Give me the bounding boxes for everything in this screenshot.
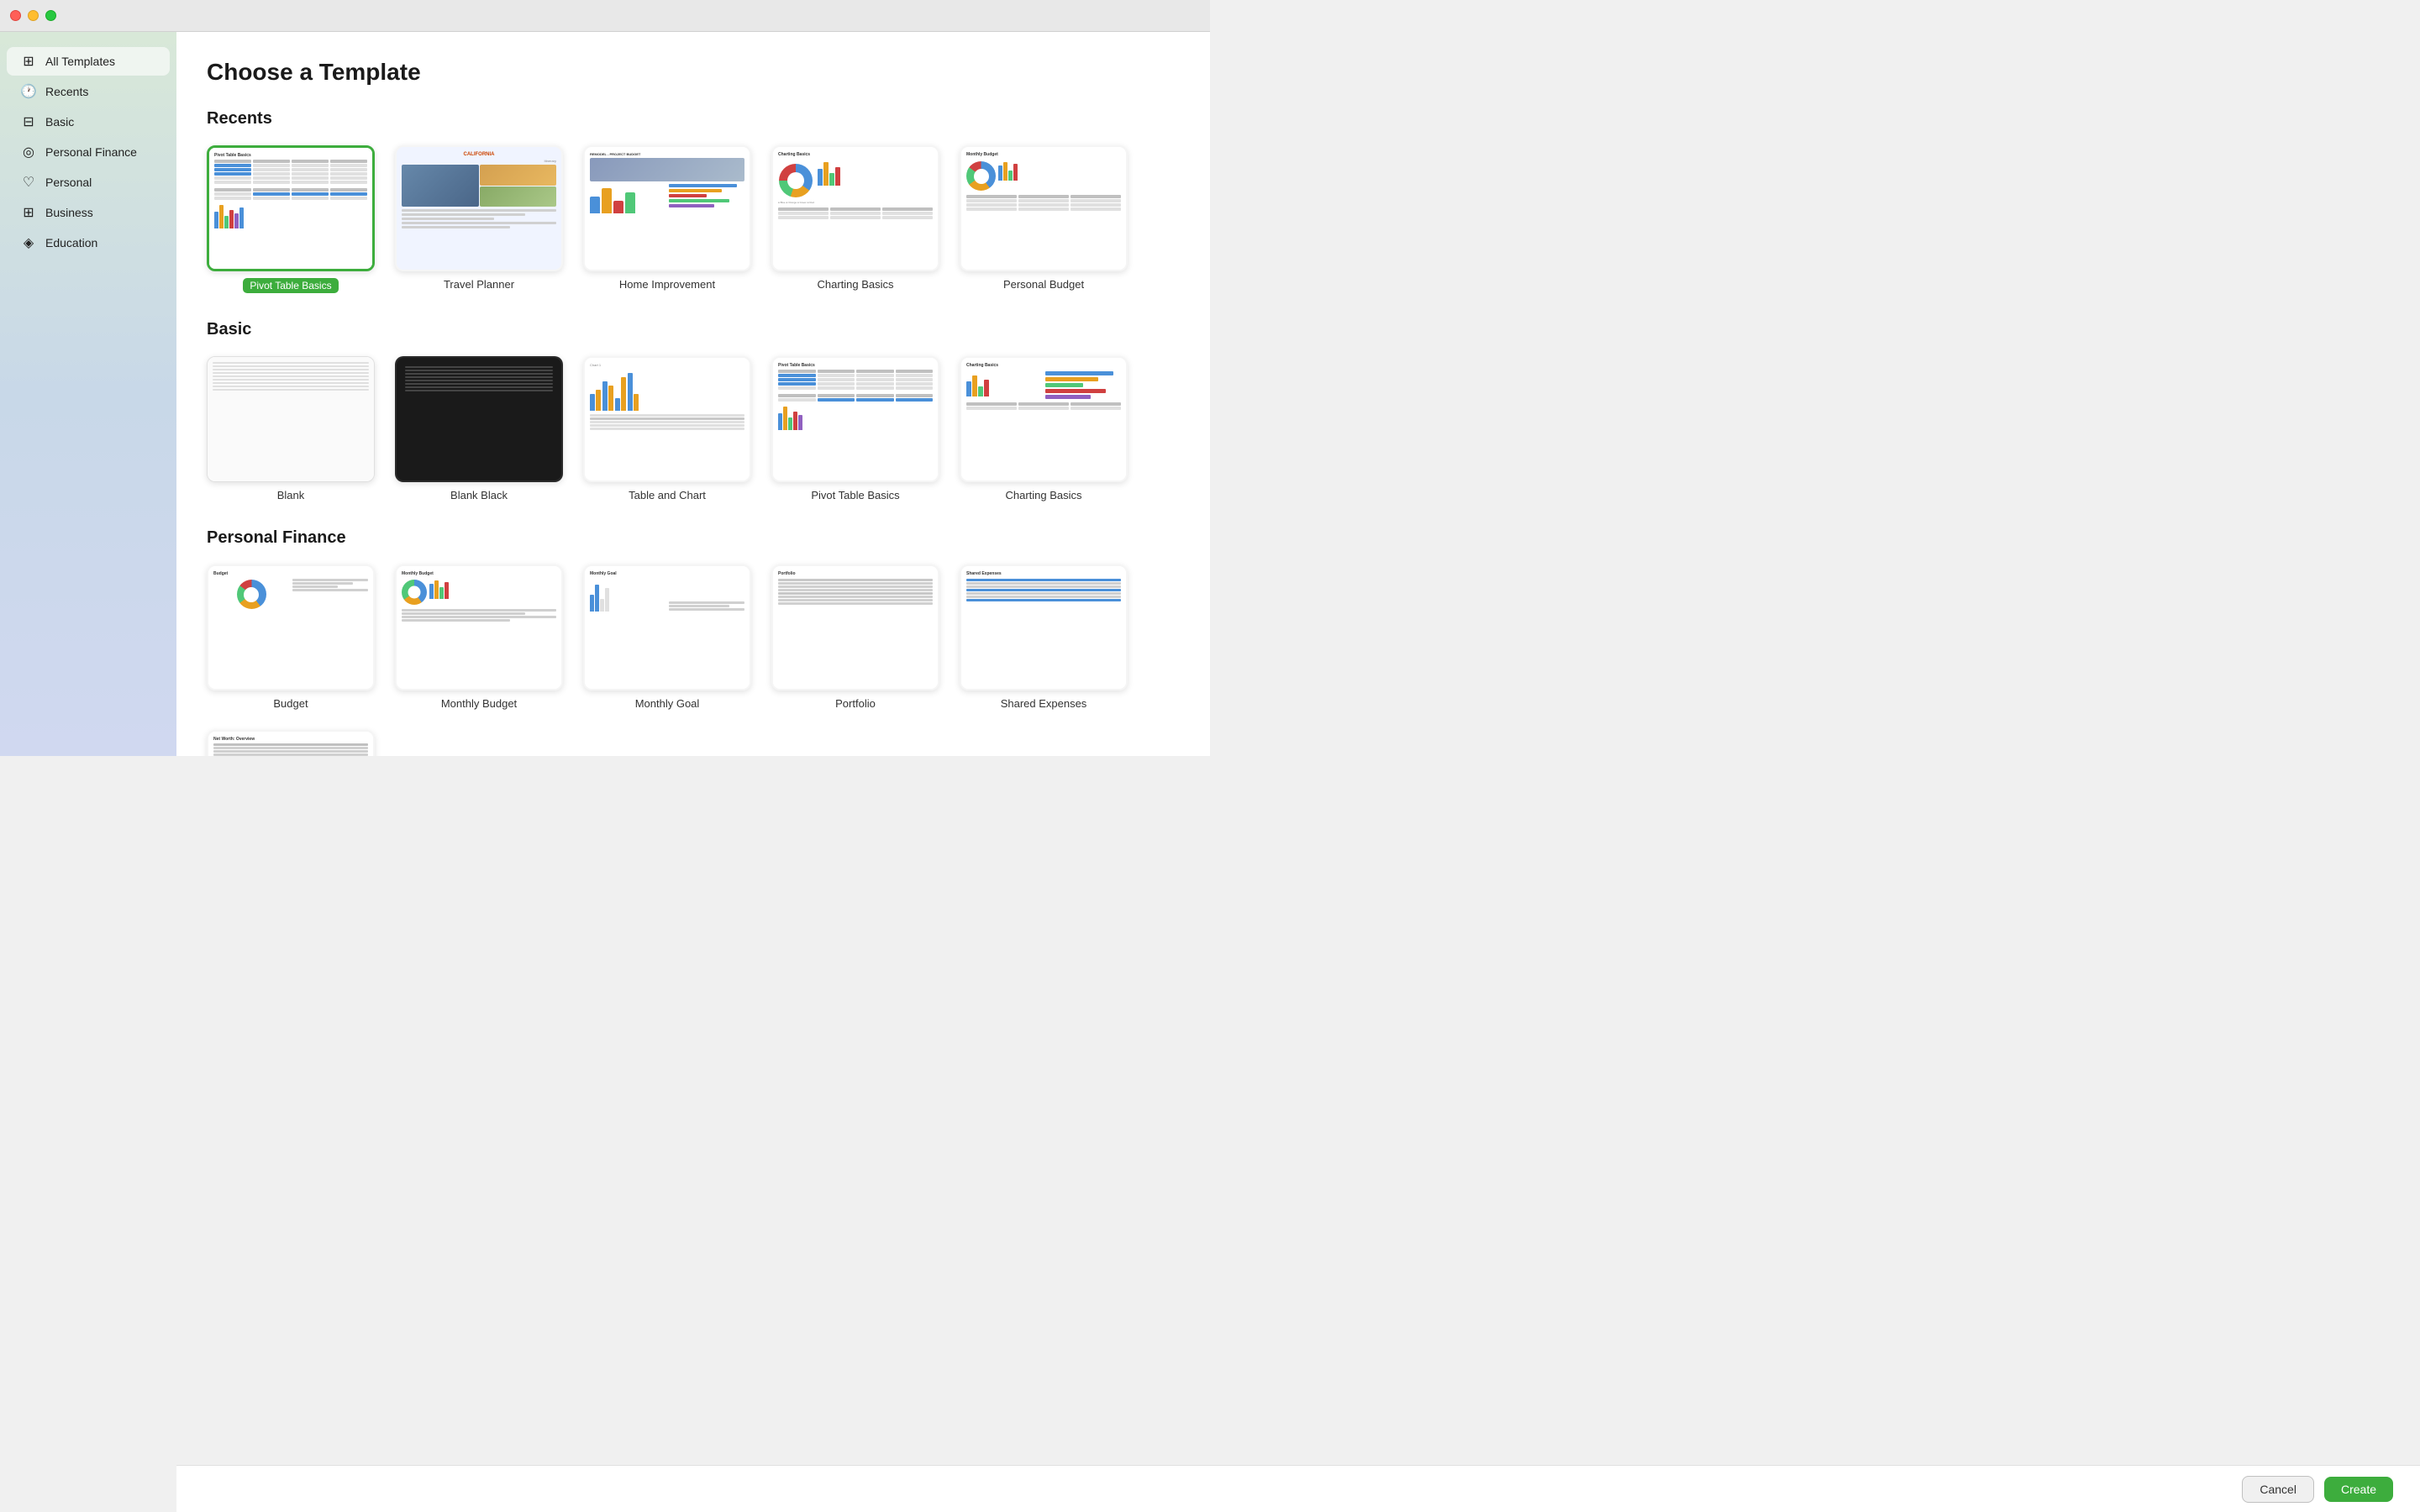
template-thumb-net-worth[interactable]: Net Worth: Overview <box>207 730 375 756</box>
sidebar-item-basic[interactable]: ⊟ Basic <box>7 108 170 136</box>
template-thumb-pivot-table-basics[interactable]: Pivot Table Basics <box>207 145 375 271</box>
section-title-recents: Recents <box>207 109 1180 129</box>
section-title-basic: Basic <box>207 320 1180 339</box>
template-thumb-monthly-goal[interactable]: Monthly Goal <box>583 564 751 690</box>
template-label-portfolio: Portfolio <box>835 697 876 710</box>
sidebar-item-business[interactable]: ⊞ Business <box>7 198 170 227</box>
template-thumb-blank-black[interactable] <box>395 356 563 482</box>
template-thumb-home-improvement[interactable]: REMODEL - PROJECT BUDGET <box>583 145 751 271</box>
template-card-charting-basics[interactable]: Charting Basics ● Blue ● Orange ● Green … <box>771 145 939 293</box>
grid-icon: ⊞ <box>20 53 37 70</box>
content-area: Choose a Template Recents Pivot Table Ba… <box>176 32 1210 756</box>
sidebar-item-all-templates[interactable]: ⊞ All Templates <box>7 47 170 76</box>
table-icon: ⊟ <box>20 113 37 130</box>
template-label-blank-black: Blank Black <box>450 489 508 501</box>
cancel-button[interactable]: Cancel <box>2242 1476 2314 1503</box>
template-label-personal-budget: Personal Budget <box>1003 278 1084 291</box>
template-card-portfolio[interactable]: Portfolio Portfolio <box>771 564 939 710</box>
sidebar-item-personal-finance[interactable]: ◎ Personal Finance <box>7 138 170 166</box>
template-thumb-charting-basics-2[interactable]: Charting Basics <box>960 356 1128 482</box>
template-label-shared-expenses: Shared Expenses <box>1001 697 1087 710</box>
template-label-pivot-table-basics: Pivot Table Basics <box>243 278 338 293</box>
basic-grid: Blank <box>207 356 1180 501</box>
sidebar-label-all-templates: All Templates <box>45 55 115 68</box>
minimize-button[interactable] <box>28 10 39 21</box>
section-title-personal-finance: Personal Finance <box>207 528 1180 548</box>
sidebar-label-basic: Basic <box>45 115 74 129</box>
template-card-personal-budget[interactable]: Monthly Budget <box>960 145 1128 293</box>
template-label-home-improvement: Home Improvement <box>619 278 715 291</box>
sidebar-label-education: Education <box>45 236 97 249</box>
template-thumb-table-and-chart[interactable]: Chart 1 <box>583 356 751 482</box>
sidebar-item-personal[interactable]: ♡ Personal <box>7 168 170 197</box>
template-thumb-charting-basics[interactable]: Charting Basics ● Blue ● Orange ● Green … <box>771 145 939 271</box>
sidebar-label-personal-finance: Personal Finance <box>45 145 137 159</box>
template-card-table-and-chart[interactable]: Chart 1 <box>583 356 751 501</box>
maximize-button[interactable] <box>45 10 56 21</box>
template-label-table-and-chart: Table and Chart <box>629 489 706 501</box>
sidebar-label-recents: Recents <box>45 85 88 98</box>
template-card-travel-planner[interactable]: CALIFORNIA Itinerary <box>395 145 563 293</box>
template-thumb-monthly-budget[interactable]: Monthly Budget <box>395 564 563 690</box>
sidebar: ⊞ All Templates 🕐 Recents ⊟ Basic ◎ Pers… <box>0 32 176 756</box>
template-label-charting-basics-2: Charting Basics <box>1005 489 1081 501</box>
recents-grid: Pivot Table Basics <box>207 145 1180 293</box>
template-card-charting-basics-2[interactable]: Charting Basics <box>960 356 1128 501</box>
template-thumb-blank[interactable] <box>207 356 375 482</box>
business-icon: ⊞ <box>20 204 37 221</box>
sidebar-label-personal: Personal <box>45 176 92 189</box>
template-card-blank[interactable]: Blank <box>207 356 375 501</box>
template-label-charting-basics: Charting Basics <box>817 278 893 291</box>
template-card-budget[interactable]: Budget <box>207 564 375 710</box>
title-bar <box>0 0 1210 32</box>
sidebar-item-recents[interactable]: 🕐 Recents <box>7 77 170 106</box>
template-thumb-travel-planner[interactable]: CALIFORNIA Itinerary <box>395 145 563 271</box>
template-label-travel-planner: Travel Planner <box>444 278 514 291</box>
template-card-pivot-table-basics[interactable]: Pivot Table Basics <box>207 145 375 293</box>
template-thumb-personal-budget[interactable]: Monthly Budget <box>960 145 1128 271</box>
template-label-monthly-goal: Monthly Goal <box>635 697 700 710</box>
personal-finance-grid: Budget <box>207 564 1180 756</box>
template-card-net-worth[interactable]: Net Worth: Overview Net Worth: Overview <box>207 730 375 756</box>
template-card-pivot-table-basics-2[interactable]: Pivot Table Basics <box>771 356 939 501</box>
heart-icon: ♡ <box>20 174 37 191</box>
main-layout: ⊞ All Templates 🕐 Recents ⊟ Basic ◎ Pers… <box>0 32 1210 756</box>
sidebar-label-business: Business <box>45 206 93 219</box>
sidebar-item-education[interactable]: ◈ Education <box>7 228 170 257</box>
template-label-monthly-budget: Monthly Budget <box>441 697 517 710</box>
template-label-blank: Blank <box>277 489 305 501</box>
page-title: Choose a Template <box>207 59 1180 86</box>
template-thumb-shared-expenses[interactable]: Shared Expenses <box>960 564 1128 690</box>
template-thumb-pivot-table-basics-2[interactable]: Pivot Table Basics <box>771 356 939 482</box>
create-button[interactable]: Create <box>2324 1477 2393 1502</box>
finance-icon: ◎ <box>20 144 37 160</box>
template-thumb-portfolio[interactable]: Portfolio <box>771 564 939 690</box>
footer: Cancel Create <box>176 1465 2420 1512</box>
template-card-shared-expenses[interactable]: Shared Expenses Shared Expenses <box>960 564 1128 710</box>
template-card-monthly-goal[interactable]: Monthly Goal <box>583 564 751 710</box>
clock-icon: 🕐 <box>20 83 37 100</box>
education-icon: ◈ <box>20 234 37 251</box>
template-card-home-improvement[interactable]: REMODEL - PROJECT BUDGET <box>583 145 751 293</box>
template-thumb-budget[interactable]: Budget <box>207 564 375 690</box>
close-button[interactable] <box>10 10 21 21</box>
template-card-blank-black[interactable]: Blank Black <box>395 356 563 501</box>
template-label-pivot-table-basics-2: Pivot Table Basics <box>811 489 899 501</box>
template-card-monthly-budget[interactable]: Monthly Budget <box>395 564 563 710</box>
template-label-budget: Budget <box>273 697 308 710</box>
